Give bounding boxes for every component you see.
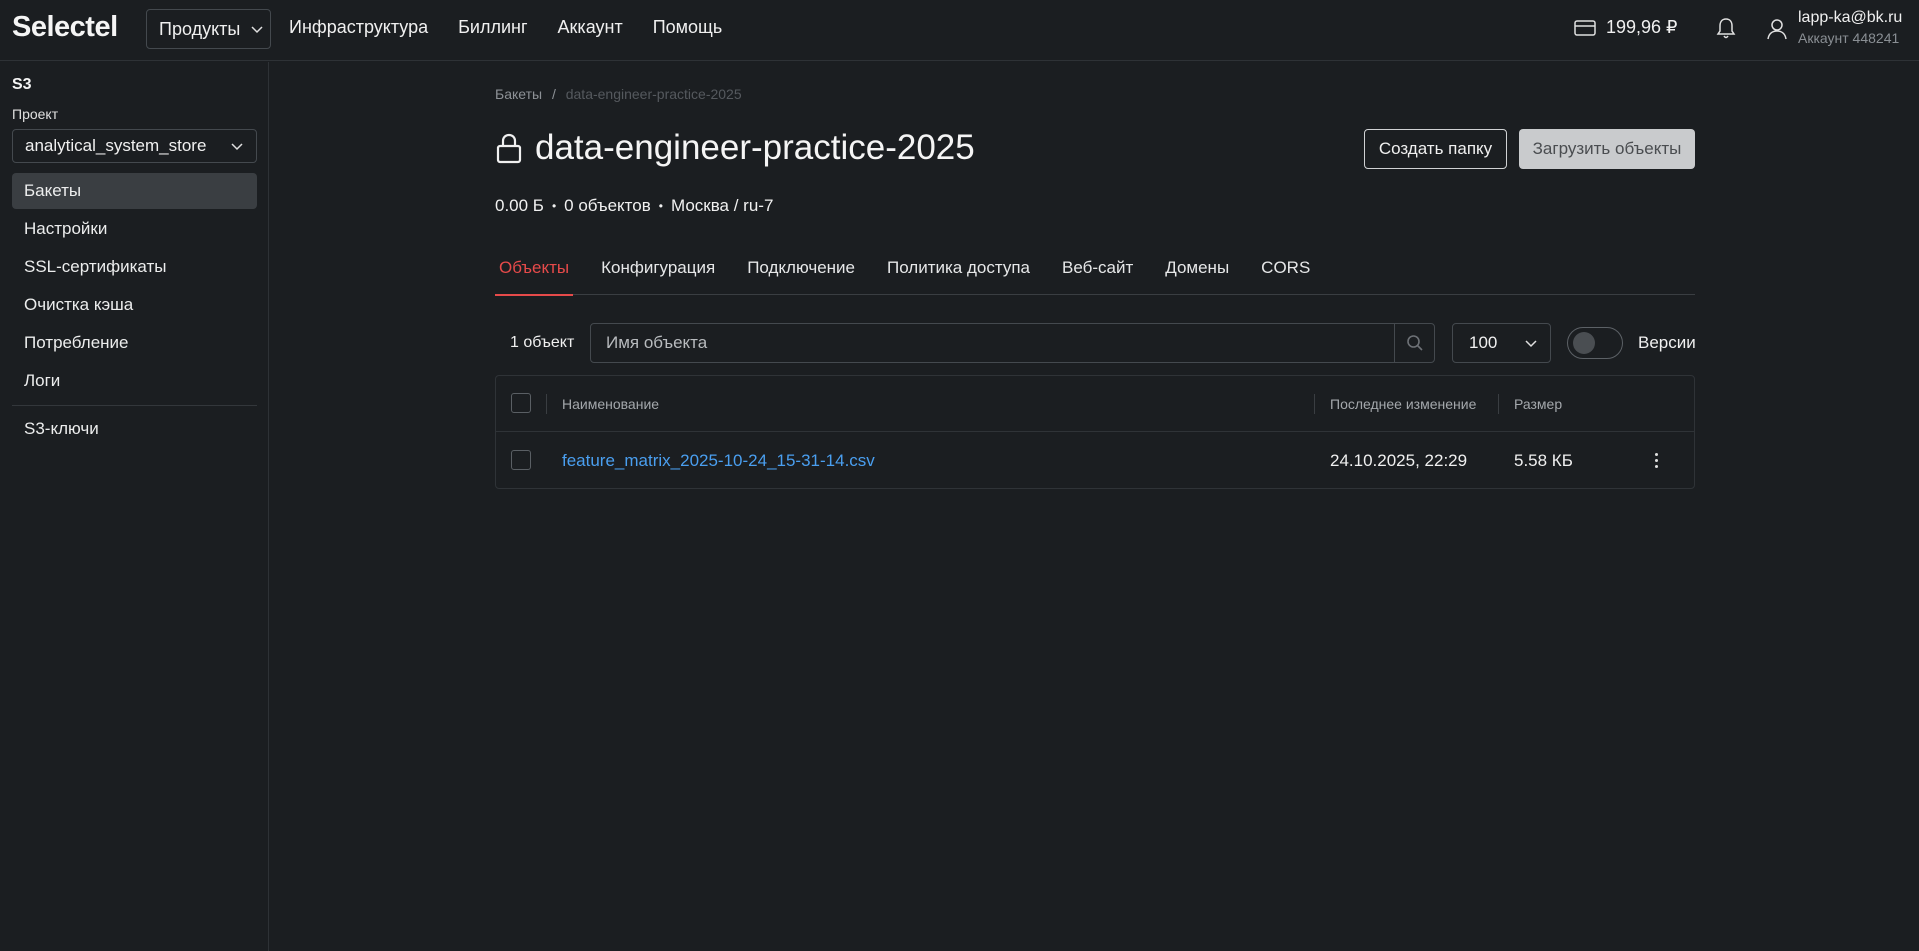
user-icon[interactable]: [1766, 17, 1788, 41]
balance-amount: 199,96 ₽: [1606, 17, 1678, 37]
tab-access-policy[interactable]: Политика доступа: [883, 258, 1034, 295]
sidebar-item-logs[interactable]: Логи: [12, 363, 257, 399]
sidebar-item-consumption[interactable]: Потребление: [12, 325, 257, 361]
meta-dot: •: [658, 199, 663, 213]
nav-infrastructure[interactable]: Инфраструктура: [289, 17, 428, 38]
column-separator: [546, 394, 547, 414]
user-menu[interactable]: lapp-ka@bk.ru Аккаунт 448241: [1798, 9, 1902, 46]
column-name[interactable]: Наименование: [562, 396, 659, 412]
object-name-link[interactable]: feature_matrix_2025-10-24_15-31-14.csv: [562, 451, 875, 471]
selectel-logo[interactable]: Selectel: [12, 11, 118, 44]
toggle-knob: [1573, 332, 1595, 354]
breadcrumb-buckets[interactable]: Бакеты: [495, 86, 542, 102]
select-all-checkbox[interactable]: [511, 393, 531, 413]
card-icon: [1574, 19, 1596, 36]
column-modified[interactable]: Последнее изменение: [1330, 396, 1476, 412]
tab-website[interactable]: Веб-сайт: [1058, 258, 1137, 295]
nav-billing[interactable]: Биллинг: [458, 17, 527, 38]
bucket-object-count: 0 объектов: [564, 196, 651, 215]
bucket-name: data-engineer-practice-2025: [535, 128, 975, 167]
products-dropdown[interactable]: Продукты: [146, 9, 271, 49]
object-count: 1 объект: [510, 334, 575, 351]
tab-objects[interactable]: Объекты: [495, 258, 574, 296]
tab-domains[interactable]: Домены: [1161, 258, 1233, 295]
top-bar: Selectel Продукты Инфраструктура Биллинг…: [0, 0, 1919, 61]
project-label: Проект: [12, 106, 59, 122]
search-button[interactable]: [1394, 324, 1434, 362]
tab-configuration[interactable]: Конфигурация: [597, 258, 719, 295]
sidebar-item-ssl[interactable]: SSL-сертификаты: [12, 249, 257, 285]
nav-account[interactable]: Аккаунт: [558, 17, 623, 38]
chevron-down-icon: [251, 26, 263, 34]
sidebar-title: S3: [12, 76, 32, 93]
tab-connection[interactable]: Подключение: [743, 258, 859, 295]
object-size: 5.58 КБ: [1514, 451, 1573, 470]
row-actions-icon[interactable]: [1646, 449, 1666, 471]
tabs: Объекты Конфигурация Подключение Политик…: [495, 258, 1695, 296]
sidebar-divider: [12, 405, 257, 406]
row-checkbox[interactable]: [511, 450, 531, 470]
breadcrumb-current: data-engineer-practice-2025: [565, 86, 742, 102]
search-box: [590, 323, 1435, 363]
bucket-size: 0.00 Б: [495, 196, 544, 215]
meta-dot: •: [551, 199, 557, 213]
bucket-region: Москва / ru-7: [670, 196, 774, 215]
column-size[interactable]: Размер: [1514, 396, 1562, 412]
products-label: Продукты: [159, 18, 241, 39]
search-icon: [1406, 335, 1423, 351]
versions-toggle[interactable]: [1567, 327, 1623, 359]
project-select-value: analytical_system_store: [25, 136, 207, 155]
search-input[interactable]: [591, 324, 1394, 362]
versions-label: Версии: [1638, 333, 1696, 352]
per-page-value: 100: [1469, 333, 1498, 352]
sidebar-item-s3-keys[interactable]: S3-ключи: [12, 411, 257, 447]
upload-objects-button[interactable]: Загрузить объекты: [1519, 129, 1695, 169]
column-separator: [1314, 394, 1315, 414]
table-row: feature_matrix_2025-10-24_15-31-14.csv 2…: [496, 433, 1694, 489]
sidebar-item-buckets[interactable]: Бакеты: [12, 173, 257, 209]
user-email: lapp-ka@bk.ru: [1798, 9, 1903, 26]
bucket-meta: 0.00 Б • 0 объектов • Москва / ru-7: [495, 196, 773, 216]
objects-table: Наименование Последнее изменение Размер …: [495, 375, 1695, 489]
lock-icon: [496, 133, 522, 164]
tab-cors[interactable]: CORS: [1257, 258, 1314, 295]
sidebar-menu: Бакеты Настройки SSL-сертификаты Очистка…: [12, 173, 257, 401]
balance[interactable]: 199,96 ₽: [1574, 17, 1678, 38]
object-modified: 24.10.2025, 22:29: [1330, 451, 1468, 470]
sidebar-item-cache-purge[interactable]: Очистка кэша: [12, 287, 257, 323]
nav-help[interactable]: Помощь: [653, 17, 723, 38]
top-nav: Инфраструктура Биллинг Аккаунт Помощь: [289, 17, 722, 38]
project-select[interactable]: analytical_system_store: [12, 129, 257, 163]
create-folder-button[interactable]: Создать папку: [1364, 129, 1507, 169]
table-header: Наименование Последнее изменение Размер: [496, 376, 1694, 432]
user-account-number: Аккаунт 448241: [1798, 30, 1900, 46]
per-page-select[interactable]: 100: [1452, 323, 1551, 363]
breadcrumb-separator: /: [551, 86, 556, 102]
page-title: data-engineer-practice-2025: [495, 128, 975, 168]
sidebar-item-settings[interactable]: Настройки: [12, 211, 257, 247]
chevron-down-icon: [231, 143, 243, 151]
column-separator: [1498, 394, 1499, 414]
breadcrumb: Бакеты / data-engineer-practice-2025: [495, 86, 742, 102]
chevron-down-icon: [1525, 340, 1537, 348]
bell-icon[interactable]: [1715, 16, 1737, 40]
sidebar: S3 Проект analytical_system_store Бакеты…: [0, 62, 269, 951]
